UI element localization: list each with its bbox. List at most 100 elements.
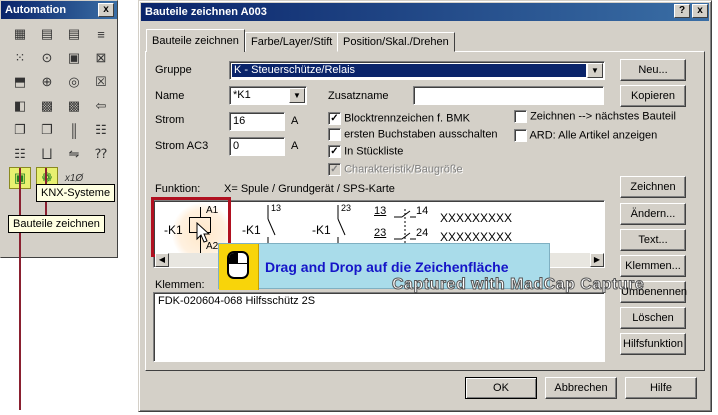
check-ard-label: ARD: Alle Artikel anzeigen: [529, 129, 658, 142]
dialog-close-button[interactable]: x: [692, 4, 708, 18]
target-icon[interactable]: ◎: [63, 71, 85, 93]
name-select-value: *K1: [233, 89, 251, 101]
hilfe-button[interactable]: Hilfe: [625, 377, 697, 399]
dialog-help-button[interactable]: ?: [674, 4, 690, 18]
name-select[interactable]: *K1 ▼: [229, 86, 307, 105]
checkbox-disabled-checked: ✓: [328, 163, 341, 176]
klemmen-list-item[interactable]: FDK-020604-068 Hilfsschütz 2S: [158, 295, 315, 307]
scroll-right-icon[interactable]: ▶: [590, 253, 604, 267]
zeichnen-button[interactable]: Zeichnen: [620, 176, 686, 198]
ok-button[interactable]: OK: [465, 377, 537, 399]
strom-ac3-unit: A: [291, 140, 299, 152]
tab-bauteile-zeichnen[interactable]: Bauteile zeichnen: [146, 29, 245, 52]
zusatzname-input[interactable]: [413, 86, 604, 105]
contact2-label: -K1: [312, 223, 331, 237]
scroll-left-icon[interactable]: ◀: [155, 253, 169, 267]
watermark: Captured with MadCap Capture: [391, 276, 645, 294]
copy-icon[interactable]: ❐: [9, 119, 31, 141]
checkbox-checked[interactable]: ✓: [328, 112, 341, 125]
tooltip-bauteile-zeichnen: Bauteile zeichnen: [8, 215, 105, 233]
bus-icon[interactable]: ║: [63, 119, 85, 141]
circle-icon[interactable]: ⊙: [36, 47, 58, 69]
contact1-num: 13: [271, 203, 282, 213]
box-arrow-icon[interactable]: ⬒: [9, 71, 31, 93]
neu-button[interactable]: Neu...: [620, 59, 686, 81]
tab-position-skal-drehen[interactable]: Position/Skal./Drehen: [337, 32, 455, 52]
flip-icon[interactable]: ⇋: [63, 143, 85, 165]
checkbox-unchecked[interactable]: [514, 129, 527, 142]
dialog-title: Bauteile zeichnen A003: [145, 6, 267, 18]
table-icon[interactable]: ▤: [36, 23, 58, 45]
text-button[interactable]: Text...: [620, 229, 686, 251]
klemmen-button[interactable]: Klemmen...: [620, 255, 686, 277]
abbrechen-button[interactable]: Abbrechen: [545, 377, 617, 399]
contact3-n1: 13: [374, 205, 387, 217]
grid-icon[interactable]: ▦: [9, 23, 31, 45]
tooltip-knx-systeme: KNX-Systeme: [36, 184, 116, 202]
andern-button[interactable]: Ändern...: [620, 203, 686, 225]
checkbox-unchecked[interactable]: [328, 128, 341, 141]
block-icon[interactable]: ▩: [63, 95, 85, 117]
checkbox-unchecked[interactable]: [514, 110, 527, 123]
callout-text: Drag and Drop auf die Zeichenfläche: [265, 259, 509, 275]
check-ard[interactable]: ARD: Alle Artikel anzeigen: [514, 129, 657, 142]
box-cross-icon[interactable]: ⊠: [90, 47, 112, 69]
drag-mouse-icon: [227, 251, 249, 279]
dialog-titlebar[interactable]: Bauteile zeichnen A003: [141, 3, 709, 21]
preview-x1: XXXXXXXXX: [440, 211, 513, 225]
funktion-value: X= Spule / Grundgerät / SPS-Karte: [224, 183, 395, 195]
tab-farbe-layer-stift[interactable]: Farbe/Layer/Stift: [245, 32, 339, 52]
pin-icon[interactable]: ⊕: [36, 71, 58, 93]
check-blocktrennzeichen-label: Blocktrennzeichen f. BMK: [344, 112, 471, 125]
list-icon[interactable]: ≡: [90, 23, 112, 45]
mouse-left-button: [229, 253, 238, 263]
loeschen-button[interactable]: Löschen: [620, 307, 686, 329]
palette-bg-line: [0, 258, 118, 415]
box-x-icon[interactable]: ☒: [90, 71, 112, 93]
component-icon[interactable]: ◧: [9, 95, 31, 117]
contact3-n2: 14: [416, 205, 429, 217]
check-zeichnen-naechstes[interactable]: Zeichnen --> nächstes Bauteil: [514, 110, 676, 123]
arrow-left-icon[interactable]: ⇦: [90, 95, 112, 117]
contact3-n3: 23: [374, 227, 387, 239]
strom-value: 16: [233, 115, 246, 127]
strom-ac3-label: Strom AC3: [155, 140, 209, 152]
hilfsfunktion-button[interactable]: Hilfsfunktion: [620, 333, 686, 355]
table-icon[interactable]: ▤: [63, 23, 85, 45]
check-blocktrennzeichen[interactable]: ✓ Blocktrennzeichen f. BMK: [328, 112, 470, 125]
rack-icon[interactable]: ☷: [90, 119, 112, 141]
rack-icon[interactable]: ☷: [9, 143, 31, 165]
gruppe-select-value: K - Steuerschütze/Relais: [232, 64, 586, 77]
funktion-label: Funktion:: [155, 183, 201, 195]
palette-close-button[interactable]: x: [98, 3, 114, 17]
chevron-down-icon[interactable]: ▼: [289, 88, 305, 103]
dots-icon[interactable]: ⁙: [9, 47, 31, 69]
mouse-divider: [229, 263, 247, 264]
contact1-label: -K1: [242, 223, 261, 237]
check-ersten-buchstaben[interactable]: ersten Buchstaben ausschalten: [328, 128, 498, 141]
question-icon[interactable]: ⁇: [90, 143, 112, 165]
gruppe-select[interactable]: K - Steuerschütze/Relais ▼: [229, 61, 605, 80]
relay-icon[interactable]: ⨆: [36, 143, 58, 165]
strom-label: Strom: [155, 114, 185, 126]
block-icon[interactable]: ▩: [36, 95, 58, 117]
kopieren-button[interactable]: Kopieren: [620, 85, 686, 107]
check-charakteristik: ✓ Charakteristik/Baugröße: [328, 163, 463, 176]
copy-icon[interactable]: ❐: [36, 119, 58, 141]
palette-title: Automation: [5, 4, 67, 16]
klemmen-list[interactable]: FDK-020604-068 Hilfsschütz 2S: [153, 292, 605, 362]
box-icon[interactable]: ▣: [63, 47, 85, 69]
palette-drop-line-lower: [19, 258, 21, 410]
strom-input[interactable]: 16: [229, 112, 285, 131]
strom-ac3-input[interactable]: 0: [229, 137, 285, 156]
check-charakteristik-label: Charakteristik/Baugröße: [344, 163, 463, 176]
chevron-down-icon[interactable]: ▼: [587, 63, 603, 78]
checkbox-checked[interactable]: ✓: [328, 145, 341, 158]
strom-ac3-value: 0: [233, 140, 240, 152]
klemmen-label: Klemmen:: [155, 279, 205, 291]
contact2-num: 23: [341, 203, 352, 213]
zusatzname-label: Zusatzname: [328, 90, 389, 102]
check-stueckliste[interactable]: ✓ In Stückliste: [328, 145, 403, 158]
mouse-pointer-icon: [196, 222, 211, 243]
check-ersten-buchstaben-label: ersten Buchstaben ausschalten: [344, 128, 498, 141]
